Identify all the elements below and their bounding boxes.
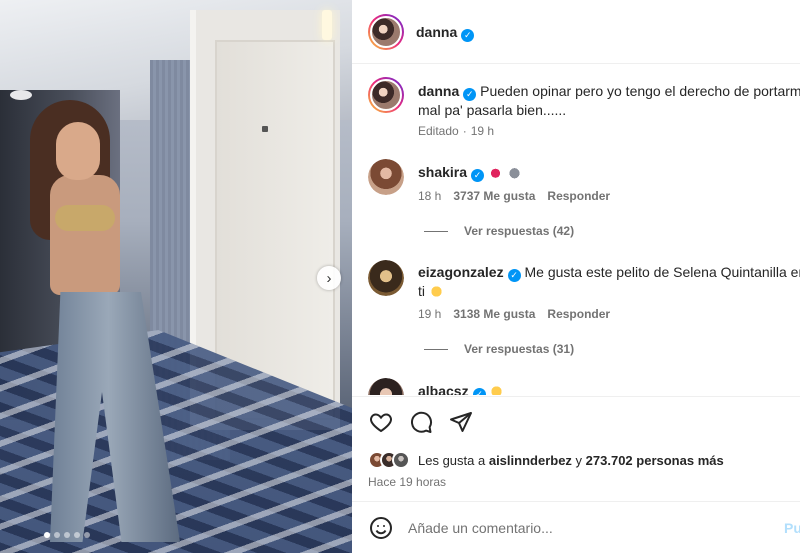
caption-separator: · bbox=[462, 124, 467, 138]
comment-button[interactable] bbox=[408, 409, 434, 435]
comment-username[interactable]: eizagonzalez bbox=[418, 264, 504, 280]
heart-icon bbox=[370, 413, 392, 433]
post-comment-button[interactable]: Pu bbox=[784, 520, 800, 536]
likes-user[interactable]: aislinnderbez bbox=[489, 453, 572, 468]
wolf-face-icon bbox=[506, 165, 522, 180]
likes-middle: y bbox=[575, 452, 583, 468]
comment-username[interactable]: shakira bbox=[418, 164, 467, 180]
likes-count[interactable]: 273.702 personas más bbox=[586, 453, 724, 468]
share-button[interactable] bbox=[448, 409, 474, 435]
caption-text-line1: Pueden opinar pero yo tengo el derecho d… bbox=[480, 83, 800, 99]
caption-avatar[interactable] bbox=[368, 77, 404, 113]
caption-time[interactable]: 19 h bbox=[471, 124, 494, 138]
photo-wall-light bbox=[322, 10, 332, 40]
reply-button[interactable]: Responder bbox=[547, 189, 610, 203]
photo-person-face bbox=[56, 122, 100, 180]
caption-username[interactable]: danna bbox=[418, 83, 459, 99]
comment-likes[interactable]: 3737 Me gusta bbox=[453, 189, 535, 203]
comment-time[interactable]: 18 h bbox=[418, 189, 441, 203]
carousel-dot bbox=[44, 532, 50, 538]
kiss-mark-icon bbox=[487, 165, 503, 180]
view-replies-label: Ver respuestas (42) bbox=[464, 224, 575, 238]
chevron-right-icon: › bbox=[326, 269, 332, 287]
carousel-next-button[interactable]: › bbox=[317, 266, 341, 290]
carousel-dot bbox=[54, 532, 60, 538]
emoji-picker-button[interactable] bbox=[368, 515, 394, 541]
post-header: danna ✓ bbox=[352, 0, 800, 64]
paper-plane-icon bbox=[450, 412, 472, 432]
verified-badge-icon: ✓ bbox=[471, 169, 485, 182]
verified-badge-icon: ✓ bbox=[461, 29, 475, 42]
post-actions: Les gusta a aislinnderbez y 273.702 pers… bbox=[352, 396, 800, 500]
comment-text-line2: ti bbox=[418, 283, 425, 299]
comment-likes[interactable]: 3138 Me gusta bbox=[453, 307, 535, 321]
post-detail-panel: danna ✓ danna ✓ Pueden opinar pero yo teng… bbox=[352, 0, 800, 553]
comment-time[interactable]: 19 h bbox=[418, 307, 441, 321]
comment-avatar[interactable] bbox=[368, 159, 404, 195]
carousel-dots bbox=[44, 532, 90, 538]
smiley-icon bbox=[370, 517, 392, 539]
caption-edited-label: Editado bbox=[418, 124, 459, 138]
comment-avatar[interactable] bbox=[368, 378, 404, 395]
view-replies-button[interactable]: Ver respuestas (31) bbox=[424, 342, 574, 356]
comment-avatar[interactable] bbox=[368, 260, 404, 296]
author-username[interactable]: danna bbox=[416, 24, 457, 40]
reply-button[interactable]: Responder bbox=[547, 307, 610, 321]
photo-door-handle bbox=[262, 126, 268, 132]
liker-avatar bbox=[392, 451, 410, 469]
like-button[interactable] bbox=[368, 409, 394, 435]
caption-text-line2: mal pa' pasarla bien...... bbox=[418, 102, 567, 118]
post-photo[interactable]: › bbox=[0, 0, 352, 553]
comment-input[interactable]: Añade un comentario... bbox=[408, 520, 553, 536]
carousel-dot bbox=[74, 532, 80, 538]
verified-badge-icon: ✓ bbox=[507, 269, 521, 282]
likes-prefix: Les gusta a bbox=[418, 452, 486, 468]
heart-eyes-icon bbox=[489, 384, 505, 395]
posted-ago[interactable]: Hace 19 horas bbox=[368, 475, 446, 489]
verified-badge-icon: ✓ bbox=[463, 88, 477, 101]
author-avatar[interactable] bbox=[368, 14, 404, 50]
view-replies-button[interactable]: Ver respuestas (42) bbox=[424, 224, 574, 238]
photo-ceiling-light bbox=[10, 90, 32, 100]
carousel-dot bbox=[64, 532, 70, 538]
comment-text-line1: Me gusta este pelito de Selena Quintanil… bbox=[524, 264, 800, 280]
comment-icon bbox=[411, 411, 432, 433]
replies-divider bbox=[424, 230, 448, 232]
view-replies-label: Ver respuestas (31) bbox=[464, 342, 575, 356]
add-comment-bar: Añade un comentario... Pu bbox=[352, 501, 800, 553]
comments-list[interactable]: danna ✓ Pueden opinar pero yo tengo el de… bbox=[352, 65, 800, 395]
verified-badge-icon: ✓ bbox=[472, 388, 486, 395]
photo-person-body bbox=[50, 175, 120, 295]
carousel-dot bbox=[84, 532, 90, 538]
replies-divider bbox=[424, 348, 448, 350]
comment-username[interactable]: albacsz bbox=[418, 383, 469, 395]
likes-summary[interactable]: Les gusta a aislinnderbez y 273.702 pers… bbox=[368, 451, 724, 469]
heart-eyes-icon bbox=[428, 284, 444, 299]
photo-person-top bbox=[55, 205, 115, 231]
